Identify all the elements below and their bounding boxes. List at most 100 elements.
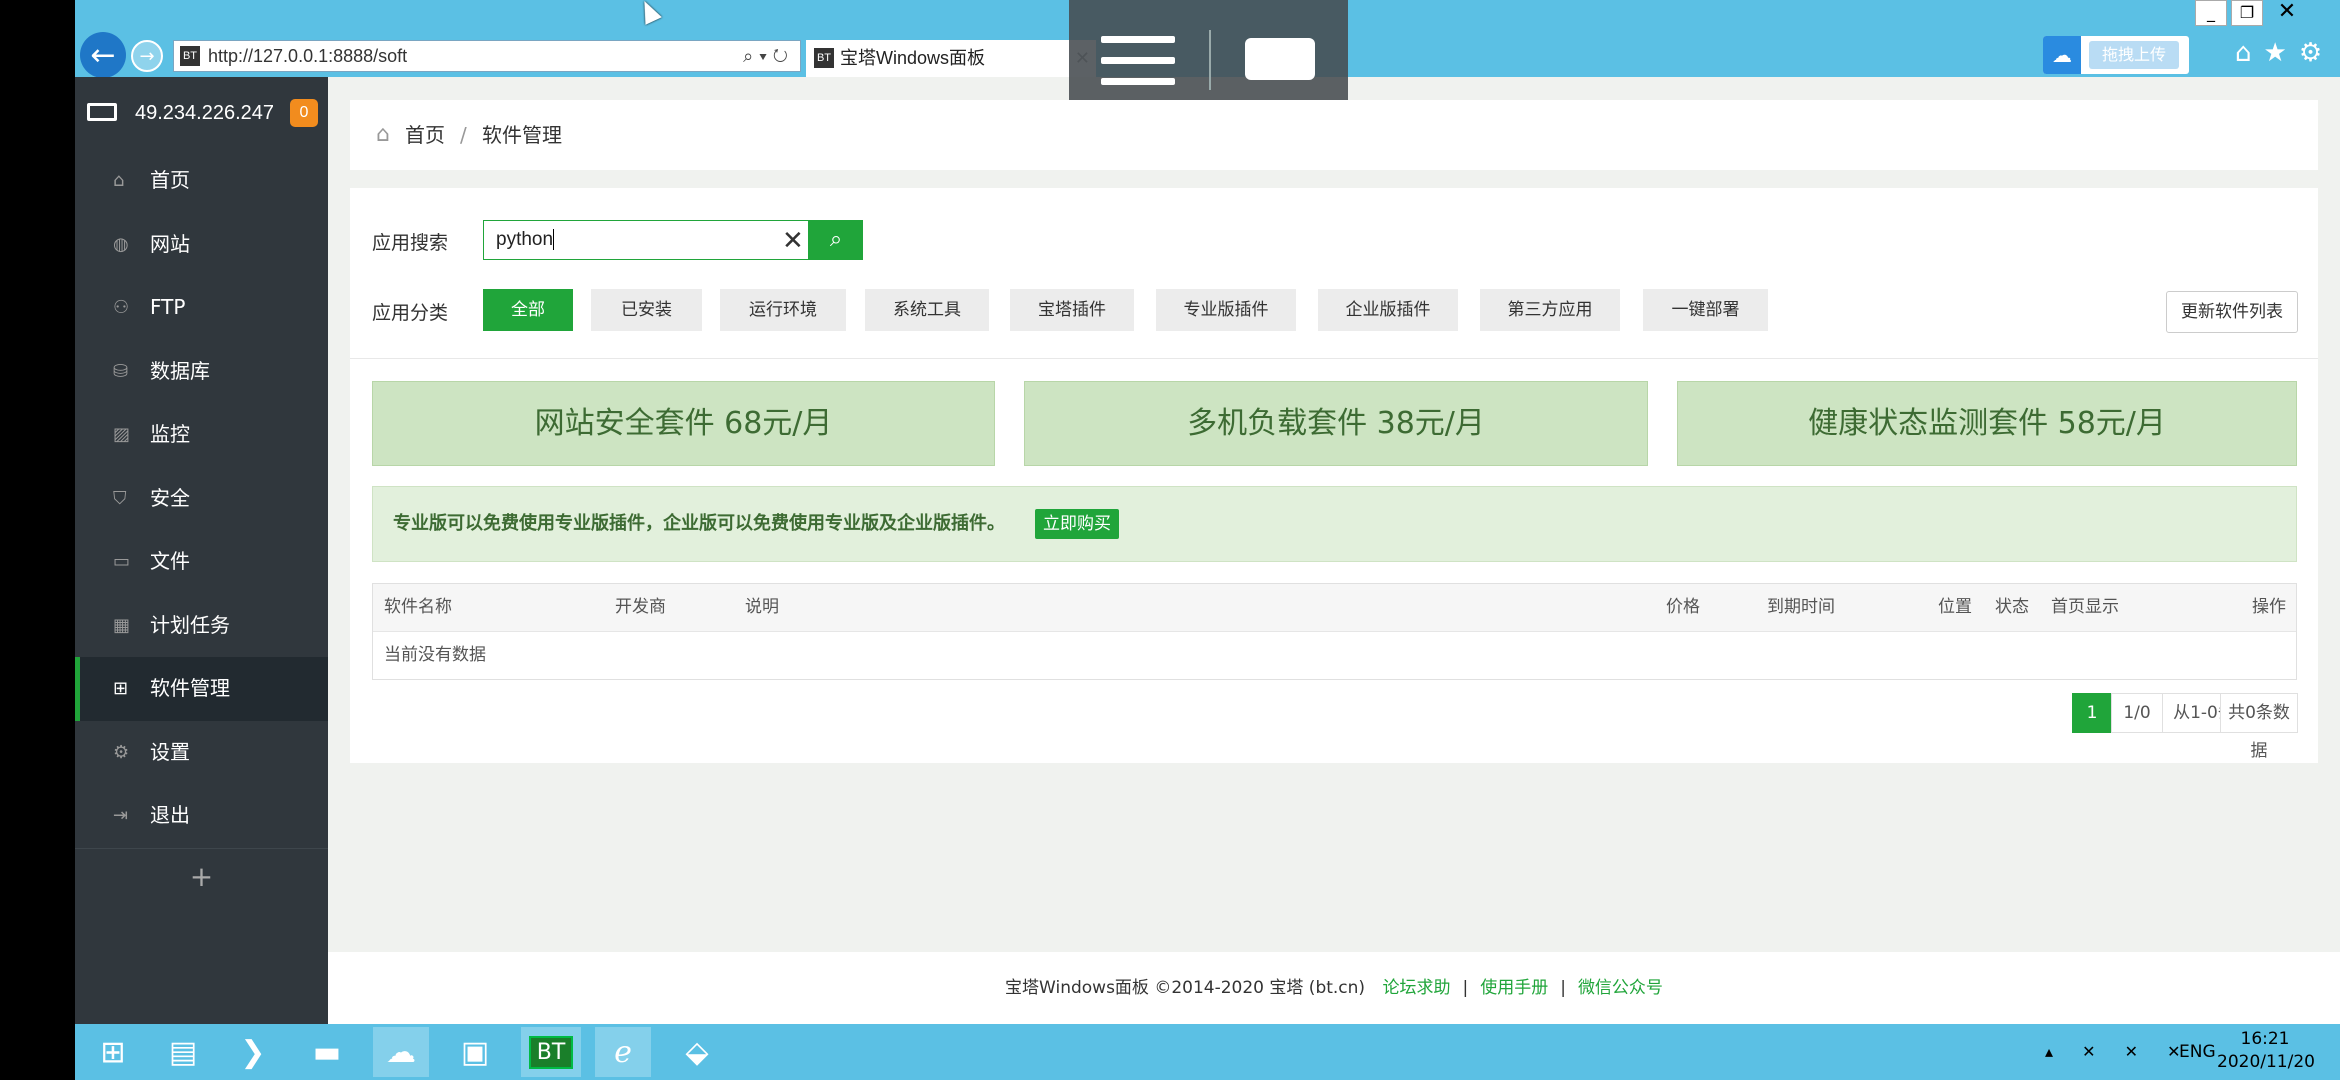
col-developer: 开发商 — [615, 597, 666, 617]
address-url: http://127.0.0.1:8888/soft — [208, 46, 408, 66]
search-icon: ⌕ — [829, 227, 843, 252]
internet-explorer-icon[interactable]: ℯ — [595, 1027, 651, 1077]
category-one-click-deploy[interactable]: 一键部署 — [1643, 289, 1768, 331]
page-current[interactable]: 1 — [2072, 693, 2112, 733]
page-count: 1/0 — [2111, 693, 2163, 733]
network-tool-icon[interactable]: ▣ — [447, 1027, 503, 1077]
input-language[interactable]: ENG — [2179, 1024, 2216, 1080]
sidebar-item-monitor[interactable]: ▨ 监控 — [75, 403, 328, 467]
sidebar-item-software[interactable]: ⊞ 软件管理 — [75, 657, 328, 721]
footer-link-wechat[interactable]: 微信公众号 — [1578, 978, 1663, 998]
sidebar-item-home[interactable]: ⌂ 首页 — [75, 149, 328, 213]
category-system-tools[interactable]: 系统工具 — [865, 289, 989, 331]
gear-icon: ⚙ — [113, 741, 130, 763]
bt-panel-taskbar-icon[interactable]: BT — [521, 1027, 581, 1077]
col-homepage: 首页显示 — [2051, 597, 2119, 617]
breadcrumb-home-icon: ⌂ — [376, 122, 390, 147]
globe-icon: ◍ — [113, 233, 129, 255]
sidebar-add-button[interactable]: + — [75, 847, 328, 905]
category-label: 应用分类 — [372, 302, 449, 324]
promo-website-security[interactable]: 网站安全套件 68元/月 — [372, 381, 995, 466]
sidebar-item-cron[interactable]: ▦ 计划任务 — [75, 594, 328, 658]
col-description: 说明 — [745, 597, 779, 617]
file-explorer-icon[interactable]: ▬ — [299, 1027, 355, 1077]
sidebar-item-security[interactable]: ⛉ 安全 — [75, 467, 328, 531]
notice-text: 专业版可以免费使用专业版插件，企业版可以免费使用专业版及企业版插件。 — [393, 513, 1005, 534]
category-runtime[interactable]: 运行环境 — [720, 289, 846, 331]
hamburger-menu-icon[interactable] — [1101, 36, 1175, 86]
restore-button[interactable]: ❐ — [2231, 0, 2263, 26]
forward-button[interactable]: → — [131, 40, 163, 72]
database-icon: ⛁ — [113, 360, 129, 382]
sidebar-item-files[interactable]: ▭ 文件 — [75, 530, 328, 594]
sidebar-item-logout[interactable]: ⇥ 退出 — [75, 784, 328, 848]
col-price: 价格 — [1666, 597, 1700, 617]
sidebar-item-label: FTP — [150, 295, 186, 319]
sidebar-item-ftp[interactable]: ⚇ FTP — [75, 276, 328, 340]
windows-taskbar: ⊞ ▤ ❯ ▬ ☁ ▣ BT ℯ ⬙ ▴ ✕ ✕ ✕ ENG 16:21 202… — [75, 1024, 2340, 1080]
app-search-input[interactable]: python ✕ — [483, 220, 809, 260]
server-manager-icon[interactable]: ▤ — [155, 1027, 211, 1077]
overlay-divider — [1209, 30, 1211, 90]
category-installed[interactable]: 已安装 — [591, 289, 702, 331]
back-button[interactable]: ← — [80, 32, 126, 78]
server-ip: 49.234.226.247 — [135, 102, 275, 124]
category-bt-plugins[interactable]: 宝塔插件 — [1010, 289, 1134, 331]
refresh-software-list-button[interactable]: 更新软件列表 — [2166, 291, 2298, 333]
promo-load-balance[interactable]: 多机负载套件 38元/月 — [1024, 381, 1648, 466]
home-icon[interactable]: ⌂ — [2235, 38, 2264, 68]
site-favicon-icon: BT — [180, 46, 200, 66]
baidu-netdisk-icon[interactable]: ☁ — [373, 1027, 429, 1077]
settings-gear-icon[interactable]: ⚙ — [2299, 38, 2334, 68]
col-name: 软件名称 — [384, 597, 452, 617]
star-icon[interactable]: ★ — [2264, 38, 2299, 68]
powershell-icon[interactable]: ❯ — [225, 1027, 281, 1077]
software-table: 软件名称 开发商 说明 价格 到期时间 位置 状态 首页显示 操作 当前没有数据 — [372, 583, 2297, 680]
footer-separator: | — [1462, 978, 1469, 998]
grid-icon: ⊞ — [113, 678, 129, 699]
search-value: python — [496, 229, 554, 250]
calendar-icon: ▦ — [113, 614, 131, 636]
drag-upload-button[interactable]: ☁ 拖拽上传 — [2043, 36, 2189, 74]
breadcrumb-separator: / — [460, 123, 467, 147]
address-search-refresh-icons[interactable]: ⌕▾↻ — [743, 41, 794, 71]
breadcrumb: ⌂ 首页 / 软件管理 — [350, 100, 2318, 170]
close-window-button[interactable]: ✕ — [2271, 0, 2303, 26]
sidebar-item-label: 数据库 — [150, 358, 210, 383]
search-button[interactable]: ⌕ — [809, 220, 863, 260]
windows-start-icon[interactable]: ⊞ — [85, 1027, 141, 1077]
col-position: 位置 — [1938, 597, 1972, 617]
breadcrumb-home-link[interactable]: 首页 — [405, 100, 445, 170]
tab-bt-panel[interactable]: BT 宝塔Windows面板 ✕ — [806, 40, 1096, 77]
category-third-party[interactable]: 第三方应用 — [1480, 289, 1620, 331]
sidebar-header: 49.234.226.247 0 — [75, 77, 328, 149]
tab-favicon-icon: BT — [814, 48, 834, 68]
sidebar-item-label: 软件管理 — [150, 676, 230, 700]
category-enterprise-plugins[interactable]: 企业版插件 — [1318, 289, 1458, 331]
keyboard-icon[interactable] — [1245, 38, 1315, 80]
footer-copyright: 宝塔Windows面板 ©2014-2020 宝塔 (bt.cn) — [1005, 978, 1366, 998]
shield-icon: ⛉ — [113, 487, 127, 509]
pro-notice: 专业版可以免费使用专业版插件，企业版可以免费使用专业版及企业版插件。 立即购买 — [372, 486, 2297, 562]
clock[interactable]: 16:21 2020/11/20 — [2217, 1028, 2315, 1074]
python-installer-icon[interactable]: ⬙ — [669, 1027, 725, 1077]
minimize-button[interactable]: _ — [2195, 0, 2227, 26]
sidebar-item-database[interactable]: ⛁ 数据库 — [75, 340, 328, 404]
category-all[interactable]: 全部 — [483, 289, 573, 331]
category-pro-plugins[interactable]: 专业版插件 — [1156, 289, 1296, 331]
table-header: 软件名称 开发商 说明 价格 到期时间 位置 状态 首页显示 操作 — [373, 584, 2296, 632]
col-expire: 到期时间 — [1767, 597, 1835, 617]
cloud-icon: ☁ — [2043, 36, 2081, 74]
clear-search-icon[interactable]: ✕ — [782, 221, 804, 259]
footer-link-forum[interactable]: 论坛求助 — [1382, 978, 1450, 998]
sidebar-item-label: 网站 — [150, 231, 190, 256]
promo-health-monitor[interactable]: 健康状态监测套件 58元/月 — [1677, 381, 2297, 466]
sidebar-item-settings[interactable]: ⚙ 设置 — [75, 721, 328, 785]
buy-now-button[interactable]: 立即购买 — [1035, 509, 1119, 539]
sidebar: 49.234.226.247 0 ⌂ 首页 ◍ 网站 ⚇ FTP ⛁ 数据库 ▨ 监控 ⛉… — [75, 77, 328, 1024]
notification-badge[interactable]: 0 — [290, 99, 318, 127]
system-tray-icons[interactable]: ▴ ✕ ✕ ✕ — [2045, 1024, 2193, 1080]
footer-link-manual[interactable]: 使用手册 — [1480, 978, 1548, 998]
address-bar[interactable]: BT http://127.0.0.1:8888/soft ⌕▾↻ — [173, 40, 801, 72]
sidebar-item-website[interactable]: ◍ 网站 — [75, 213, 328, 277]
